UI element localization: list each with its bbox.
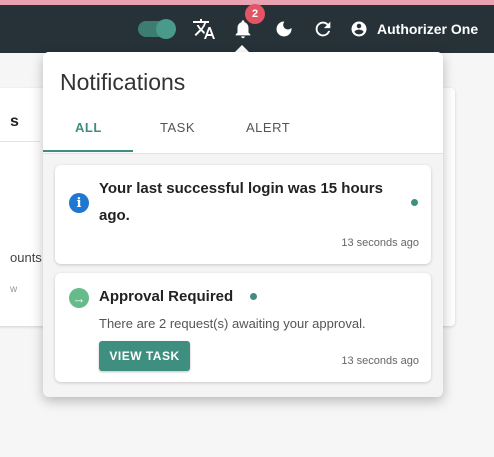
user-name: Authorizer One [377,21,479,37]
notification-body: There are 2 request(s) awaiting your app… [99,316,366,331]
tab-task[interactable]: TASK [160,120,195,135]
theme-toggle[interactable] [136,5,176,53]
arrow-right-circle-icon: → [69,288,89,308]
unread-dot [250,293,257,300]
notification-title: Your last successful login was 15 hours … [99,180,383,224]
background-card-text: ounts [10,250,42,265]
notifications-panel: Notifications ALL TASK ALERT i Your last… [43,52,443,397]
notification-time: 13 seconds ago [341,237,419,249]
notification-item[interactable]: → Approval Required There are 2 request(… [55,273,431,382]
tab-all[interactable]: ALL [75,120,102,135]
info-icon: i [69,193,89,213]
refresh-button[interactable] [310,5,336,53]
background-divider [0,141,40,142]
translate-icon [192,17,216,41]
view-task-button[interactable]: VIEW TASK [99,341,190,371]
refresh-icon [312,18,334,40]
background-card-title: s [10,113,19,130]
toggle-track [138,19,176,39]
tab-alert[interactable]: ALERT [246,120,290,135]
panel-title: Notifications [60,69,186,95]
active-tab-indicator [43,150,133,152]
translate-button[interactable] [190,5,218,53]
moon-icon [274,19,294,39]
notifications-header: Notifications ALL TASK ALERT [43,52,443,154]
account-circle-icon [350,20,368,38]
notification-count-badge: 2 [245,4,265,24]
user-menu[interactable]: Authorizer One [350,5,490,53]
popover-arrow [235,45,249,52]
notification-item[interactable]: i Your last successful login was 15 hour… [55,165,431,264]
dark-mode-button[interactable] [271,5,297,53]
unread-dot [411,199,418,206]
notification-title: Approval Required [99,288,234,305]
background-card-subtext: w [10,284,18,295]
notification-time: 13 seconds ago [341,355,419,367]
toggle-thumb [156,19,176,39]
